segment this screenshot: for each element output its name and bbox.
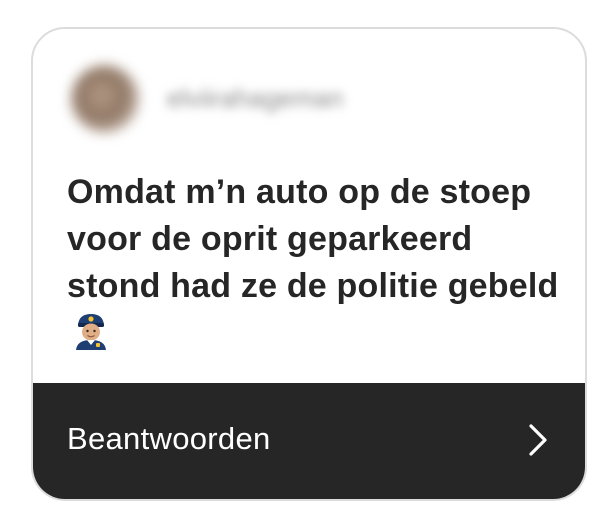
reply-label: Beantwoorden (67, 421, 271, 456)
question-sticker-card: elviirahageman Omdat m’n auto op de stoe… (31, 27, 587, 501)
avatar (71, 65, 139, 133)
username: elviirahageman (167, 83, 344, 113)
chevron-right-icon (529, 424, 547, 456)
police-officer-emoji-icon (76, 314, 106, 350)
reply-button[interactable]: Beantwoorden (33, 383, 585, 499)
message-text: Omdat m’n auto op de stoep voor de oprit… (67, 169, 567, 357)
message-body: Omdat m’n auto op de stoep voor de oprit… (67, 173, 559, 305)
sticker-header: elviirahageman (33, 29, 585, 149)
